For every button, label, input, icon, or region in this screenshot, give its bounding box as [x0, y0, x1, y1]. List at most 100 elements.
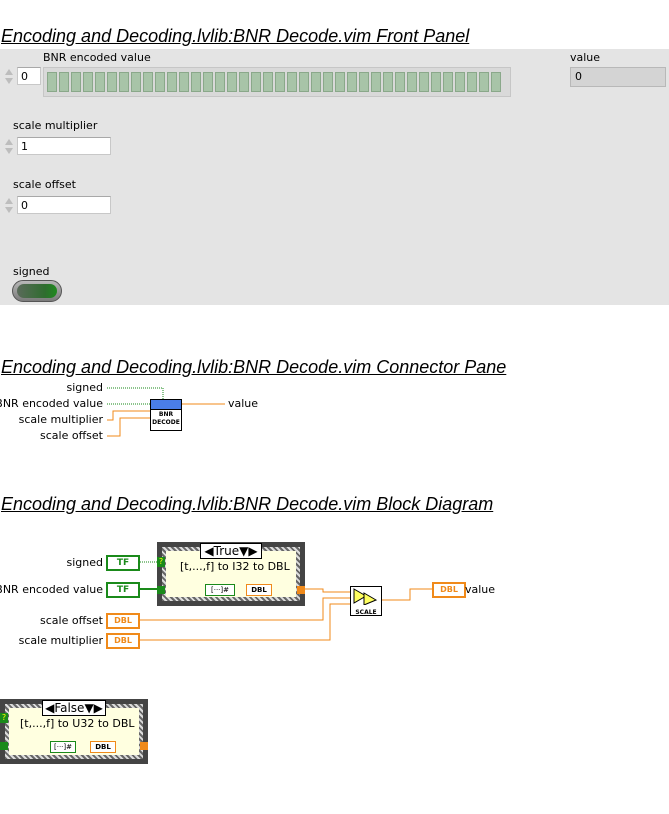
bit-led[interactable]	[83, 72, 93, 92]
bnr-encoded-value-input[interactable]: 0	[17, 67, 41, 85]
bit-led[interactable]	[455, 72, 465, 92]
left-arrow-icon[interactable]: ◀	[204, 544, 213, 558]
bnr-bit-array[interactable]	[43, 67, 511, 97]
bit-led[interactable]	[47, 72, 57, 92]
bnr-terminal[interactable]: TF	[106, 582, 140, 598]
signed-terminal[interactable]: TF	[106, 555, 140, 571]
right-arrow-icon[interactable]: ▶	[248, 544, 257, 558]
case-selector-false[interactable]: ◀False▼▶	[42, 700, 106, 716]
scale-offset-label: scale offset	[13, 178, 76, 191]
scale-offset-terminal[interactable]: DBL	[106, 613, 140, 629]
case-false-description: [t,...,f] to U32 to DBL	[20, 717, 135, 730]
bit-led[interactable]	[59, 72, 69, 92]
bit-led[interactable]	[383, 72, 393, 92]
bit-led[interactable]	[239, 72, 249, 92]
bit-led[interactable]	[215, 72, 225, 92]
diagram-scale-multiplier-label: scale multiplier	[18, 634, 103, 647]
dropdown-arrow-icon[interactable]: ▼	[84, 701, 93, 715]
scale-node[interactable]: SCALE	[350, 586, 382, 616]
bit-led[interactable]	[347, 72, 357, 92]
dropdown-arrow-icon[interactable]: ▼	[239, 544, 248, 558]
signed-label: signed	[13, 265, 50, 278]
scale-icon	[353, 588, 378, 606]
bit-led[interactable]	[143, 72, 153, 92]
bit-led[interactable]	[311, 72, 321, 92]
increment-decrement-icon[interactable]	[3, 67, 15, 87]
scale-multiplier-control[interactable]: 1	[3, 137, 111, 157]
bit-led[interactable]	[191, 72, 201, 92]
icon-line2: DECODE	[152, 419, 180, 426]
bit-led[interactable]	[359, 72, 369, 92]
tunnel-output	[297, 586, 305, 594]
array-to-number-node[interactable]: [···]#	[205, 584, 235, 596]
front-panel: BNR encoded value 0 value 0 scale multip…	[0, 49, 669, 305]
bit-led[interactable]	[227, 72, 237, 92]
led-icon	[17, 284, 57, 298]
bit-led[interactable]	[179, 72, 189, 92]
front-panel-title: Encoding and Decoding.lvlib:BNR Decode.v…	[1, 26, 470, 46]
bit-led[interactable]	[203, 72, 213, 92]
to-dbl-node[interactable]: DBL	[246, 584, 272, 596]
case-selector-true[interactable]: ◀True▼▶	[200, 543, 262, 559]
scale-offset-control[interactable]: 0	[3, 196, 111, 216]
bit-led[interactable]	[491, 72, 501, 92]
block-diagram-title: Encoding and Decoding.lvlib:BNR Decode.v…	[1, 494, 494, 514]
bit-led[interactable]	[299, 72, 309, 92]
value-terminal[interactable]: DBL	[432, 582, 466, 598]
bit-led[interactable]	[287, 72, 297, 92]
bit-led[interactable]	[131, 72, 141, 92]
bit-led[interactable]	[335, 72, 345, 92]
bit-led[interactable]	[119, 72, 129, 92]
tunnel-output	[140, 742, 148, 750]
bnr-decode-icon[interactable]: BNR DECODE	[150, 399, 182, 431]
bit-led[interactable]	[167, 72, 177, 92]
right-arrow-icon[interactable]: ▶	[94, 701, 103, 715]
tunnel-input	[157, 586, 165, 594]
case-selector-value: False	[54, 701, 85, 715]
diagram-value-label: value	[465, 583, 496, 596]
bit-led[interactable]	[419, 72, 429, 92]
case-true-description: [t,...,f] to I32 to DBL	[180, 560, 290, 573]
to-dbl-node[interactable]: DBL	[90, 741, 116, 753]
connector-signed-label: signed	[66, 381, 104, 394]
bit-led[interactable]	[323, 72, 333, 92]
bnr-encoded-value-label: BNR encoded value	[43, 51, 151, 64]
bit-led[interactable]	[251, 72, 261, 92]
scale-node-label: SCALE	[355, 609, 377, 616]
bit-led[interactable]	[467, 72, 477, 92]
bit-led[interactable]	[371, 72, 381, 92]
bit-led[interactable]	[263, 72, 273, 92]
scale-multiplier-label: scale multiplier	[13, 119, 98, 132]
bit-led[interactable]	[431, 72, 441, 92]
diagram-bnr-label: BNR encoded value	[0, 583, 103, 596]
bit-led[interactable]	[71, 72, 81, 92]
case-selector-value: True	[213, 544, 240, 558]
bit-led[interactable]	[95, 72, 105, 92]
value-label: value	[570, 51, 601, 64]
scale-multiplier-input[interactable]: 1	[17, 137, 111, 155]
signed-toggle[interactable]	[12, 280, 62, 302]
case-selector-terminal: ?	[157, 557, 165, 567]
diagram-signed-label: signed	[66, 556, 104, 569]
bit-led[interactable]	[155, 72, 165, 92]
scale-multiplier-terminal[interactable]: DBL	[106, 633, 140, 649]
increment-decrement-icon[interactable]	[3, 137, 15, 157]
bit-led[interactable]	[479, 72, 489, 92]
case-selector-terminal: ?	[0, 713, 8, 723]
bit-led[interactable]	[107, 72, 117, 92]
bnr-encoded-value-control[interactable]: 0	[3, 67, 41, 87]
connector-scale-multiplier-label: scale multiplier	[18, 413, 103, 426]
connector-value-label: value	[228, 397, 259, 410]
bit-led[interactable]	[395, 72, 405, 92]
connector-pane-title: Encoding and Decoding.lvlib:BNR Decode.v…	[1, 357, 507, 377]
bit-led[interactable]	[407, 72, 417, 92]
connector-bnr-label: BNR encoded value	[0, 397, 103, 410]
left-arrow-icon[interactable]: ◀	[45, 701, 54, 715]
scale-offset-input[interactable]: 0	[17, 196, 111, 214]
bit-led[interactable]	[275, 72, 285, 92]
bit-led[interactable]	[443, 72, 453, 92]
tunnel-input	[0, 742, 8, 750]
value-indicator: 0	[570, 67, 666, 87]
increment-decrement-icon[interactable]	[3, 196, 15, 216]
array-to-number-node[interactable]: [···]#	[50, 741, 76, 753]
